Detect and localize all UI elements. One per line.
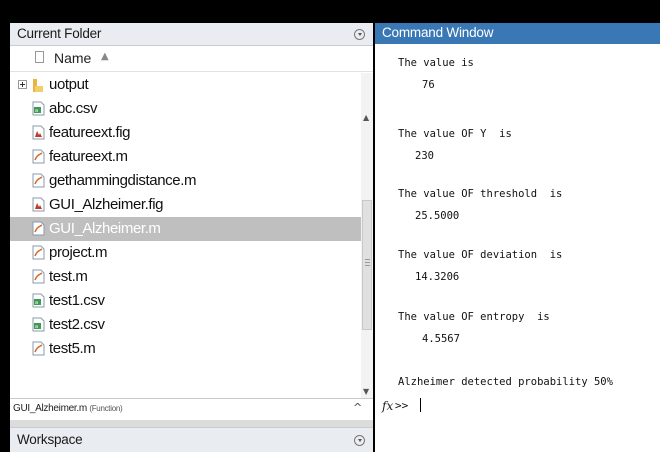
file-name: uotput (49, 76, 89, 93)
output-line: The value OF entropy is (398, 311, 550, 323)
file-name: abc.csv (49, 100, 98, 117)
file-name: featureext.m (49, 148, 128, 165)
current-folder-header[interactable]: Current Folder (10, 23, 373, 46)
output-value: 4.5567 (422, 333, 460, 345)
text-cursor[interactable] (420, 398, 421, 412)
details-kind: (Function) (89, 404, 123, 413)
workspace-title: Workspace (17, 432, 83, 447)
file-name: gethammingdistance.m (49, 172, 197, 189)
list-item[interactable]: featureext.fig (10, 121, 361, 145)
name-column-label: Name (54, 50, 92, 66)
column-header: Name ▲ (10, 46, 373, 72)
list-item[interactable]: project.m (10, 241, 361, 265)
svg-text:a: a (35, 324, 38, 330)
fig-file-icon (32, 197, 45, 212)
scroll-down-icon[interactable]: ▼ (363, 387, 369, 396)
command-window-panel[interactable]: Command Window The value is 76 The value… (375, 23, 660, 427)
current-folder-panel: Current Folder Name ▲ uotput a abc.csv f… (10, 23, 373, 452)
output-value: 230 (415, 150, 434, 162)
output-line: The value OF Y is (398, 128, 512, 140)
expand-icon[interactable] (18, 80, 27, 89)
file-list: uotput a abc.csv featureext.fig featuree… (10, 73, 361, 398)
list-item[interactable]: featureext.m (10, 145, 361, 169)
list-item[interactable]: GUI_Alzheimer.fig (10, 193, 361, 217)
name-column-header[interactable]: Name ▲ (28, 46, 358, 71)
chevron-up-icon[interactable]: ^ (353, 401, 362, 414)
m-file-icon (32, 341, 45, 356)
command-prompt: >> (395, 399, 409, 412)
m-file-icon (32, 269, 45, 284)
grip-icon (365, 259, 370, 266)
output-value: 76 (422, 79, 435, 91)
file-name: test.m (49, 268, 88, 285)
function-browser-icon[interactable]: fx (382, 399, 393, 413)
file-name: test2.csv (49, 316, 105, 333)
m-file-icon (32, 173, 45, 188)
svg-text:a: a (35, 300, 38, 306)
vertical-scrollbar[interactable]: ▲ ▼ (361, 73, 373, 398)
file-name: test1.csv (49, 292, 105, 309)
m-file-icon (32, 221, 45, 236)
m-file-icon (32, 245, 45, 260)
output-line: Alzheimer detected probability 50% (398, 376, 613, 388)
list-item-selected[interactable]: GUI_Alzheimer.m (10, 217, 361, 241)
csv-file-icon: a (32, 317, 45, 332)
list-item[interactable]: gethammingdistance.m (10, 169, 361, 193)
file-name: featureext.fig (49, 124, 131, 141)
folder-icon (33, 79, 43, 92)
m-file-icon (32, 149, 45, 164)
file-name: GUI_Alzheimer.fig (49, 196, 164, 213)
file-name: project.m (49, 244, 108, 261)
csv-file-icon: a (32, 101, 45, 116)
list-item[interactable]: a test2.csv (10, 313, 361, 337)
details-file-text: GUI_Alzheimer.m (13, 403, 87, 414)
scroll-up-icon[interactable]: ▲ (363, 113, 369, 122)
file-name: GUI_Alzheimer.m (49, 220, 161, 237)
list-item[interactable]: test5.m (10, 337, 361, 361)
panel-actions-icon[interactable] (354, 29, 365, 40)
command-window-header[interactable]: Command Window (375, 23, 660, 44)
sort-ascending-icon: ▲ (101, 51, 109, 62)
output-value: 14.3206 (415, 271, 460, 283)
svg-text:a: a (35, 108, 38, 114)
output-line: The value is (398, 57, 474, 69)
list-item[interactable]: a test1.csv (10, 289, 361, 313)
workspace-header[interactable]: Workspace (10, 427, 373, 452)
list-item[interactable]: uotput (10, 73, 361, 97)
command-window-title: Command Window (382, 25, 494, 40)
output-value: 25.5000 (415, 210, 460, 222)
list-item[interactable]: a abc.csv (10, 97, 361, 121)
list-item[interactable]: test.m (10, 265, 361, 289)
fig-file-icon (32, 125, 45, 140)
current-folder-title: Current Folder (17, 26, 102, 41)
details-bar: GUI_Alzheimer.m (Function) ^ (10, 398, 373, 420)
file-type-icon (35, 51, 44, 63)
file-name: test5.m (49, 340, 96, 357)
output-line: The value OF deviation is (398, 249, 563, 261)
command-input-area[interactable] (375, 427, 660, 452)
details-file-name: GUI_Alzheimer.m (Function) (13, 403, 123, 414)
csv-file-icon: a (32, 293, 45, 308)
output-line: The value OF threshold is (398, 188, 563, 200)
panel-actions-icon[interactable] (354, 435, 365, 446)
scroll-thumb[interactable] (362, 200, 372, 330)
panel-divider[interactable] (10, 420, 373, 427)
